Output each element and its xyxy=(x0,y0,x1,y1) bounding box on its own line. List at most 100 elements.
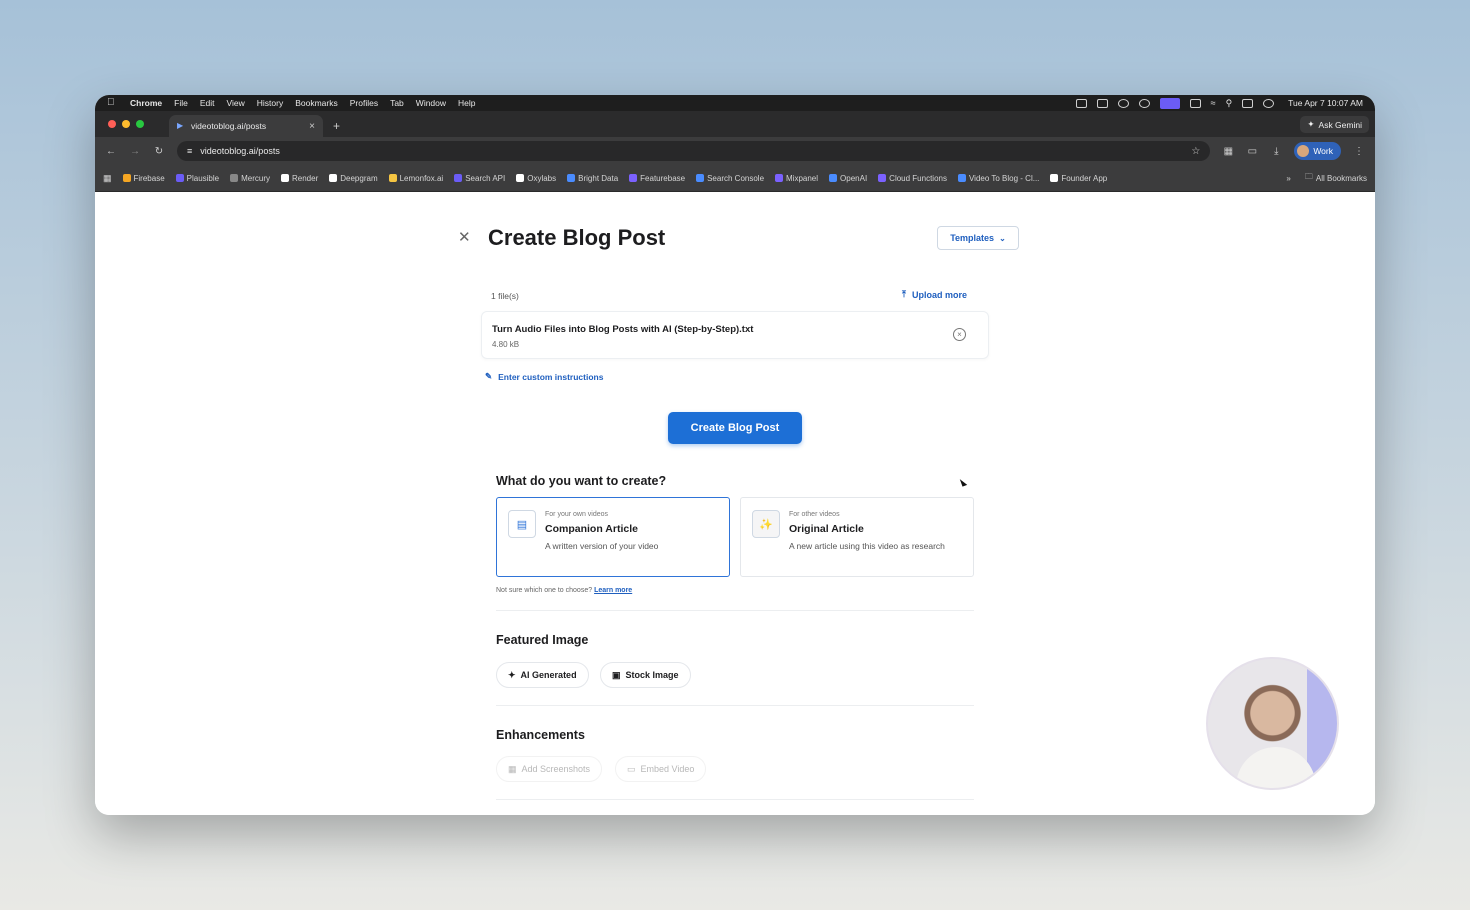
window-controls xyxy=(108,120,144,128)
profile-button[interactable]: Work xyxy=(1294,142,1341,160)
bookmark-list: Firebase Plausible Mercury Render Deepgram Le… xyxy=(122,174,1107,183)
create-blog-post-page: ✕ Create Blog Post Templates ⌄ 1 file(s)… xyxy=(95,192,1375,815)
apple-icon[interactable]:  xyxy=(107,98,116,108)
upload-more-button[interactable]: ⤒ Upload more xyxy=(902,289,967,300)
menu-tab[interactable]: Tab xyxy=(390,98,404,108)
status-gear-icon[interactable] xyxy=(1138,98,1150,108)
apps-grid-icon[interactable]: ▦ xyxy=(103,173,112,184)
close-icon[interactable]: ✕ xyxy=(458,228,471,246)
more-bookmarks-chevron-icon[interactable]: » xyxy=(1286,174,1290,183)
files-count: 1 file(s) xyxy=(491,291,519,301)
control-center-icon[interactable] xyxy=(1242,98,1254,108)
video-icon: ▭ xyxy=(627,763,636,774)
file-size: 4.80 kB xyxy=(492,340,520,349)
not-sure-hint: Not sure which one to choose? Learn more xyxy=(496,587,632,594)
bookmark-item[interactable]: Cloud Functions xyxy=(878,174,947,183)
image-icon: ▣ xyxy=(612,669,621,680)
cast-icon[interactable]: ▭ xyxy=(1246,146,1258,157)
bookmark-star-icon[interactable]: ☆ xyxy=(1191,146,1200,157)
bookmark-favicon-icon xyxy=(629,174,638,182)
bookmark-item[interactable]: Bright Data xyxy=(567,174,618,183)
bookmark-label: Cloud Functions xyxy=(889,173,947,183)
bookmark-item[interactable]: Mixpanel xyxy=(775,174,818,183)
menu-app-chrome[interactable]: Chrome xyxy=(130,98,162,108)
spotlight-search-icon[interactable]: ⚲ xyxy=(1226,98,1233,109)
ai-generated-chip[interactable]: ✦ AI Generated xyxy=(496,662,589,688)
chip-label: Stock Image xyxy=(625,670,679,680)
status-app-icon[interactable] xyxy=(1075,98,1087,108)
bookmark-item[interactable]: Mercury xyxy=(230,174,270,183)
stock-image-chip[interactable]: ▣ Stock Image xyxy=(600,662,691,688)
bookmark-item[interactable]: OpenAI xyxy=(829,174,867,183)
bookmark-item[interactable]: Oxylabs xyxy=(516,174,556,183)
siri-icon[interactable] xyxy=(1263,98,1275,108)
add-screenshots-chip[interactable]: ▦ Add Screenshots xyxy=(496,756,603,782)
chip-label: Embed Video xyxy=(640,764,695,774)
bookmark-item[interactable]: Search API xyxy=(454,174,505,183)
bookmark-item[interactable]: Search Console xyxy=(696,174,764,183)
wifi-icon[interactable]: ≈ xyxy=(1211,98,1216,108)
close-window-button[interactable] xyxy=(108,120,116,128)
menu-history[interactable]: History xyxy=(257,98,283,108)
tab-videotoblog[interactable]: ▶ videotoblog.ai/posts × xyxy=(169,115,323,137)
download-icon[interactable]: ⤓ xyxy=(1270,146,1282,157)
bookmark-label: Bright Data xyxy=(578,173,619,183)
menu-file[interactable]: File xyxy=(174,98,188,108)
file-name: Turn Audio Files into Blog Posts with AI… xyxy=(492,324,754,335)
gemini-sparkle-icon: ✦ xyxy=(1307,119,1315,129)
battery-icon[interactable] xyxy=(1189,98,1201,108)
not-sure-text: Not sure which one to choose? xyxy=(496,587,593,594)
menu-window[interactable]: Window xyxy=(416,98,446,108)
menu-help[interactable]: Help xyxy=(458,98,475,108)
forward-arrow-icon[interactable]: → xyxy=(129,146,141,157)
featured-image-heading: Featured Image xyxy=(496,633,589,647)
bookmark-favicon-icon xyxy=(829,174,838,182)
back-arrow-icon[interactable]: ← xyxy=(105,146,117,157)
embed-video-chip[interactable]: ▭ Embed Video xyxy=(615,756,707,782)
zoom-window-button[interactable] xyxy=(136,120,144,128)
screen-record-icon[interactable] xyxy=(1159,97,1180,109)
bookmark-item[interactable]: Founder App xyxy=(1050,174,1107,183)
more-menu-icon[interactable]: ⋮ xyxy=(1353,146,1365,157)
minimize-window-button[interactable] xyxy=(122,120,130,128)
bookmark-favicon-icon xyxy=(454,174,463,182)
new-tab-button[interactable]: + xyxy=(333,119,340,133)
profile-avatar xyxy=(1297,145,1310,157)
menu-profiles[interactable]: Profiles xyxy=(350,98,378,108)
bookmark-item[interactable]: Deepgram xyxy=(329,174,378,183)
menu-edit[interactable]: Edit xyxy=(200,98,215,108)
page-title: Create Blog Post xyxy=(488,225,666,250)
all-bookmarks-folder[interactable]: 🗀 All Bookmarks xyxy=(1305,171,1367,185)
status-sync-icon[interactable] xyxy=(1117,98,1129,108)
status-notes-icon[interactable] xyxy=(1096,98,1108,108)
site-info-icon[interactable]: ≡ xyxy=(187,146,192,156)
create-blog-post-button[interactable]: Create Blog Post xyxy=(668,412,802,444)
extensions-icon[interactable]: ▦ xyxy=(1222,146,1234,157)
companion-article-option[interactable]: ▤ For your own videos Companion Article … xyxy=(496,497,730,577)
bookmark-item[interactable]: Render xyxy=(281,174,318,183)
upload-more-label: Upload more xyxy=(911,289,967,300)
bookmark-item[interactable]: Firebase xyxy=(122,174,165,183)
bookmark-label: Founder App xyxy=(1061,173,1108,183)
mac-menubar:  Chrome File Edit View History Bookmark… xyxy=(95,95,1375,111)
original-article-option[interactable]: ✨ For other videos Original Article A ne… xyxy=(740,497,974,577)
menubar-clock[interactable]: Tue Apr 7 10:07 AM xyxy=(1288,98,1363,108)
bookmark-favicon-icon xyxy=(516,174,525,182)
menu-view[interactable]: View xyxy=(226,98,244,108)
tab-close-icon[interactable]: × xyxy=(309,121,315,132)
address-bar[interactable]: ≡ videotoblog.ai/posts ☆ xyxy=(177,141,1211,161)
remove-file-icon[interactable]: × xyxy=(953,328,966,341)
bookmarks-bar: ▦ Firebase Plausible Mercury Render Deepgram… xyxy=(95,165,1375,192)
templates-dropdown[interactable]: Templates ⌄ xyxy=(937,226,1019,250)
reload-icon[interactable]: ↻ xyxy=(153,146,165,157)
option-title: Companion Article xyxy=(545,523,638,535)
bookmark-item[interactable]: Lemonfox.ai xyxy=(388,174,443,183)
bookmark-item[interactable]: Plausible xyxy=(175,174,219,183)
menu-bookmarks[interactable]: Bookmarks xyxy=(295,98,338,108)
bookmark-favicon-icon xyxy=(775,174,784,182)
ask-gemini-button[interactable]: ✦ Ask Gemini xyxy=(1300,116,1369,133)
bookmark-item[interactable]: Featurebase xyxy=(629,174,685,183)
custom-instructions-link[interactable]: ✎ Enter custom instructions xyxy=(485,371,603,382)
learn-more-link[interactable]: Learn more xyxy=(594,587,632,594)
bookmark-item[interactable]: Video To Blog - Cl... xyxy=(957,174,1039,183)
